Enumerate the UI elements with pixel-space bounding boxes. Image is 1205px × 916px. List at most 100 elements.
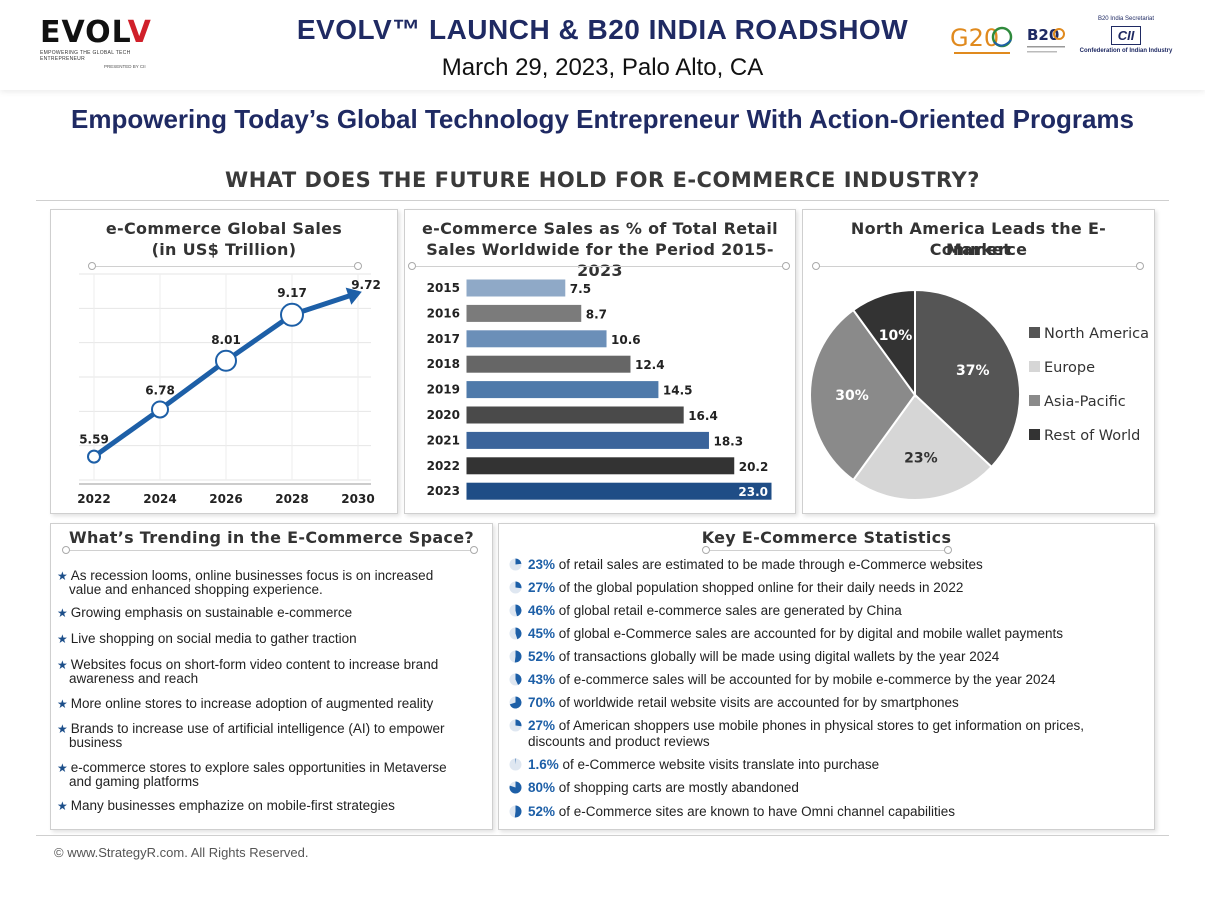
legend-swatch xyxy=(1029,395,1040,406)
logo-tagline: EMPOWERING THE GLOBAL TECH ENTREPRENEUR xyxy=(40,50,131,62)
logo-word-main: EVOL xyxy=(40,15,128,50)
logo-word-v: V xyxy=(127,15,152,50)
stat-percent: 70% xyxy=(528,695,556,710)
stat-text: of transactions globally will be made us… xyxy=(555,649,1000,664)
legend-swatch xyxy=(1029,327,1040,338)
stat-item: 52% of transactions globally will be mad… xyxy=(509,649,1149,665)
logo-presented: PRESENTED BY CII xyxy=(104,64,146,69)
stat-text: of shopping carts are mostly abandoned xyxy=(555,780,799,795)
star-bullet-icon: ★ xyxy=(57,658,68,672)
stat-text: of e-Commerce sites are known to have Om… xyxy=(555,804,955,819)
bar-value-label: 12.4 xyxy=(635,358,665,372)
mini-pie-icon xyxy=(509,604,522,617)
stats-title: Key E-Commerce Statistics xyxy=(701,528,952,547)
stat-text: of global retail e-commerce sales are ge… xyxy=(555,603,902,618)
stat-item: 45% of global e-Commerce sales are accou… xyxy=(509,626,1149,642)
bar-value-label: 16.4 xyxy=(688,409,718,423)
trend-text: Live shopping on social media to gather … xyxy=(70,631,357,646)
x-tick-label: 2026 xyxy=(209,492,242,506)
trend-text: Many businesses emphazize on mobile-firs… xyxy=(70,798,395,813)
star-bullet-icon: ★ xyxy=(57,697,68,711)
mini-pie-icon xyxy=(509,673,522,686)
trend-text: As recession looms, online businesses fo… xyxy=(70,568,434,583)
legend-label: Rest of World xyxy=(1044,428,1140,444)
event-subtitle: March 29, 2023, Palo Alto, CA xyxy=(441,54,764,81)
stat-text: of retail sales are estimated to be made… xyxy=(555,557,983,572)
x-tick-label: 2024 xyxy=(143,492,176,506)
stat-percent: 27% xyxy=(528,718,556,733)
g20-logo: G20 xyxy=(948,20,1018,60)
stats-panel: Key E-Commerce Statistics 23% of retail … xyxy=(498,523,1155,830)
copyright-footer: © www.StrategyR.com. All Rights Reserved… xyxy=(54,845,309,860)
y-tick-label: 2023 xyxy=(427,484,460,498)
stat-item: 80% of shopping carts are mostly abandon… xyxy=(509,780,1149,796)
cii-secretariat: B20 India Secretariat xyxy=(1097,16,1155,22)
evolv-logo: EVOLV EMPOWERING THE GLOBAL TECH ENTREPR… xyxy=(40,15,170,70)
slice-label: 10% xyxy=(879,328,913,344)
infographic-title: WHAT DOES THE FUTURE HOLD FOR E-COMMERCE… xyxy=(225,168,980,192)
trends-title: What’s Trending in the E-Commerce Space? xyxy=(69,528,474,547)
cii-mark: CII xyxy=(1110,26,1142,45)
market-share-panel: North America Leads the E-Commerce Marke… xyxy=(802,209,1155,514)
bar-value-label: 10.6 xyxy=(611,333,641,347)
global-sales-panel: e-Commerce Global Sales (in US$ Trillion… xyxy=(50,209,398,514)
y-tick-label: 2016 xyxy=(427,306,460,320)
slice-label: 23% xyxy=(904,451,938,467)
bar-value-label: 18.3 xyxy=(713,434,743,448)
data-point xyxy=(280,302,304,327)
stat-text: discounts and product reviews xyxy=(528,734,710,749)
x-tick-label: 2028 xyxy=(275,492,308,506)
legend-label: Europe xyxy=(1044,360,1095,376)
mini-pie-icon xyxy=(509,581,522,594)
data-label: 9.17 xyxy=(277,286,307,300)
trend-text: Websites focus on short-form video conte… xyxy=(70,657,439,672)
slice-label: 37% xyxy=(956,363,990,379)
trend-item: ★ e-commerce stores to explore sales oppo… xyxy=(57,761,482,789)
trend-text: Brands to increase use of artificial int… xyxy=(70,721,445,736)
bar xyxy=(465,380,660,400)
pie-chart: 37% 23% 30% 10% North America Europe Asia-Paci… xyxy=(809,288,1149,501)
trend-text: More online stores to increase adoption … xyxy=(70,696,434,711)
cii-fullname: Confederation of Indian Industry xyxy=(1079,48,1173,54)
stat-text: of worldwide retail website visits are a… xyxy=(555,695,959,710)
legend-label: Asia-Pacific xyxy=(1044,394,1126,410)
bar-value-label: 7.5 xyxy=(570,282,591,296)
stat-item: 27% of the global population shopped onl… xyxy=(509,580,1149,596)
legend-label: North America xyxy=(1044,326,1149,342)
bar-value-label: 20.2 xyxy=(739,460,769,474)
star-bullet-icon: ★ xyxy=(57,761,68,775)
mini-pie-fill xyxy=(515,558,522,565)
stat-item: 23% of retail sales are estimated to be … xyxy=(509,557,1149,573)
trend-text: value and enhanced shopping experience. xyxy=(69,582,323,597)
y-tick-label: 2018 xyxy=(427,357,460,371)
trend-item: ★ Growing emphasis on sustainable e-comme… xyxy=(57,606,482,621)
stat-item: 46% of global retail e-commerce sales ar… xyxy=(509,603,1149,619)
bar-value-label: 14.5 xyxy=(663,384,693,398)
stat-item: 52% of e-Commerce sites are known to hav… xyxy=(509,804,1149,820)
stat-percent: 46% xyxy=(528,603,556,618)
bar xyxy=(465,405,685,425)
bar-value-label: 8.7 xyxy=(586,307,607,321)
stat-percent: 80% xyxy=(528,780,556,795)
y-tick-label: 2015 xyxy=(427,281,460,295)
y-tick-label: 2021 xyxy=(427,433,460,447)
line-chart: 5.59 6.78 8.01 9.17 9.72 2022 2024 2026 2028 2030 xyxy=(77,273,381,506)
mini-pie-fill xyxy=(514,805,522,818)
data-label: 9.72 xyxy=(351,278,381,292)
mini-pie-icon xyxy=(509,805,522,818)
trend-item: ★ As recession looms, online businesses f… xyxy=(57,569,482,597)
stat-item: 1.6% of e-Commerce website visits transl… xyxy=(509,757,1149,773)
bar xyxy=(465,456,736,476)
star-bullet-icon: ★ xyxy=(57,569,68,583)
mini-pie-icon xyxy=(509,758,522,771)
stat-percent: 43% xyxy=(528,672,556,687)
mini-pie-icon xyxy=(509,719,522,732)
stat-percent: 1.6% xyxy=(528,757,559,772)
bar xyxy=(465,303,583,323)
trend-text: business xyxy=(69,735,123,750)
g20-logo-text: G20 xyxy=(950,24,999,52)
data-label: 5.59 xyxy=(79,433,109,447)
mini-pie-fill xyxy=(514,650,522,663)
data-point xyxy=(151,400,169,419)
stat-percent: 27% xyxy=(528,580,556,595)
